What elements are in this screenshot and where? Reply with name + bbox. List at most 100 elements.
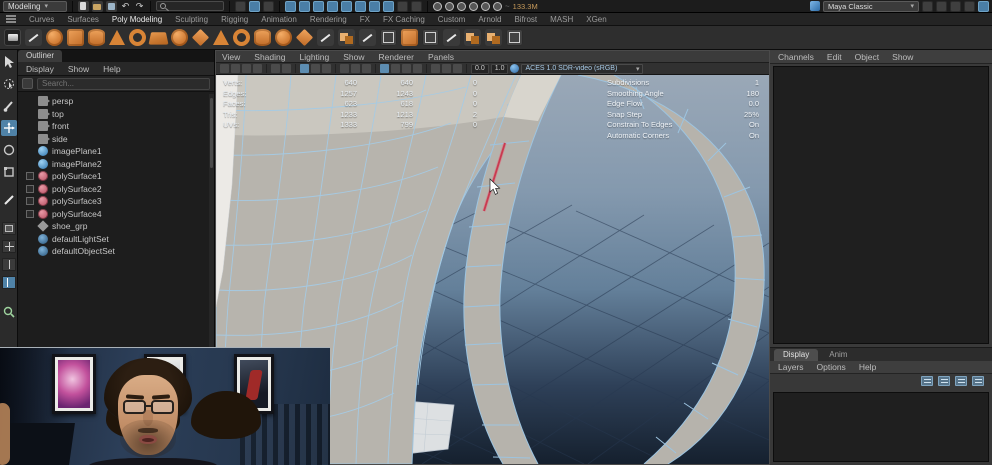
select-tool[interactable]: [1, 54, 17, 70]
soft-select-icon[interactable]: [383, 0, 394, 12]
select-hierarchy-icon[interactable]: [235, 0, 246, 12]
hypershade-icon[interactable]: [469, 1, 478, 11]
panel-menu-shading[interactable]: Shading: [254, 52, 285, 62]
construction-history-icon[interactable]: [397, 0, 408, 12]
panel-menu-show[interactable]: Show: [343, 52, 364, 62]
zoom-tool-icon[interactable]: [1, 304, 17, 320]
four-pane-layout[interactable]: [2, 240, 16, 253]
outliner-item-imageplane2[interactable]: imagePlane2: [18, 158, 214, 171]
layer-list[interactable]: [773, 392, 989, 462]
two-pane-layout[interactable]: [2, 258, 16, 271]
poly-pyramid-icon[interactable]: [213, 30, 229, 45]
channel-box-toggle-icon[interactable]: [978, 0, 989, 12]
wireframe-on-shaded-icon[interactable]: [380, 64, 389, 73]
image-plane-toolbar-icon[interactable]: [271, 64, 280, 73]
expand-toggle[interactable]: [26, 184, 34, 193]
multi-cut-icon[interactable]: [359, 29, 376, 46]
tool-settings-icon[interactable]: [964, 0, 975, 12]
shaded-icon[interactable]: [311, 64, 320, 73]
channel-box-list[interactable]: [773, 66, 989, 344]
outliner-item-persp[interactable]: persp: [18, 95, 214, 108]
shelf-tab-animation[interactable]: Animation: [261, 15, 297, 24]
film-gate-icon[interactable]: [442, 64, 451, 73]
snap-curve-icon[interactable]: [299, 0, 310, 12]
poly-platonic-icon[interactable]: [191, 28, 210, 47]
camera-attributes-icon[interactable]: [242, 64, 251, 73]
attribute-editor-icon[interactable]: [950, 0, 961, 12]
redo-icon[interactable]: ↷: [134, 1, 145, 12]
expand-toggle[interactable]: [26, 172, 34, 181]
new-layer-from-selected-icon[interactable]: [955, 376, 967, 386]
shelf-tab-rendering[interactable]: Rendering: [310, 15, 347, 24]
sculpt-brush-icon[interactable]: [317, 29, 334, 46]
snap-projected-center-icon[interactable]: [327, 0, 338, 12]
color-management-icon[interactable]: [510, 64, 520, 73]
outliner-item-imageplane1[interactable]: imagePlane1: [18, 145, 214, 158]
menu-set-dropdown[interactable]: Modeling ▾: [3, 0, 67, 12]
ipr-render-icon[interactable]: [445, 1, 454, 11]
layer-tab-anim[interactable]: Anim: [820, 349, 856, 361]
new-anim-layer-icon[interactable]: [972, 376, 984, 386]
outliner-item-defaultobjectset[interactable]: defaultObjectSet: [18, 245, 214, 258]
2d-pan-zoom-icon[interactable]: [282, 64, 291, 73]
snap-grid-icon[interactable]: [285, 0, 296, 12]
character-controls-icon[interactable]: [936, 0, 947, 12]
filter-icon[interactable]: [22, 78, 33, 89]
render-settings-icon[interactable]: [457, 1, 466, 11]
boolean-union-icon[interactable]: [338, 29, 355, 46]
shelf-tab-bifrost[interactable]: Bifrost: [514, 15, 537, 24]
modeling-toolkit-icon[interactable]: [922, 0, 933, 12]
poly-helix-icon[interactable]: [254, 29, 271, 46]
xray-icon[interactable]: [391, 64, 400, 73]
textured-icon[interactable]: [322, 64, 331, 73]
outliner-item-side[interactable]: side: [18, 133, 214, 146]
layer-tab-display[interactable]: Display: [774, 349, 819, 361]
outliner-menu-help[interactable]: Help: [103, 64, 120, 74]
shelf-tab-curves[interactable]: Curves: [29, 15, 54, 24]
outliner-item-polysurface1[interactable]: polySurface1: [18, 170, 214, 183]
outliner-item-polysurface4[interactable]: polySurface4: [18, 208, 214, 221]
poly-soccer-ball-icon[interactable]: [295, 28, 314, 47]
snap-view-plane-icon[interactable]: [341, 0, 352, 12]
outliner-item-polysurface3[interactable]: polySurface3: [18, 195, 214, 208]
bridge-icon[interactable]: [422, 29, 439, 46]
gamma-field[interactable]: 1.0: [490, 63, 509, 74]
shelf-editor-icon[interactable]: [4, 29, 21, 46]
select-component-icon[interactable]: [263, 0, 274, 12]
shelf-tab-poly-modeling[interactable]: Poly Modeling: [112, 15, 162, 24]
bevel-icon[interactable]: [401, 29, 418, 46]
rotate-tool[interactable]: [1, 142, 17, 158]
select-camera-icon[interactable]: [220, 64, 229, 73]
panel-menu-panels[interactable]: Panels: [428, 52, 454, 62]
outliner-item-top[interactable]: top: [18, 108, 214, 121]
isolate-select-icon[interactable]: [413, 64, 422, 73]
undo-icon[interactable]: ↶: [120, 1, 131, 12]
outliner-item-polysurface2[interactable]: polySurface2: [18, 183, 214, 196]
render-icon[interactable]: [433, 1, 442, 11]
layer-menu-options[interactable]: Options: [817, 362, 846, 372]
last-tool[interactable]: [1, 192, 17, 208]
outliner-search-input[interactable]: [37, 77, 210, 90]
open-scene-icon[interactable]: [92, 0, 103, 12]
paint-select-tool[interactable]: [1, 98, 17, 114]
move-tool[interactable]: [1, 120, 17, 136]
poly-torus-icon[interactable]: [129, 29, 146, 46]
workspace-dropdown[interactable]: Maya Classic ▾: [823, 0, 919, 12]
outliner-item-front[interactable]: front: [18, 120, 214, 133]
highlight-selection-icon[interactable]: [411, 0, 422, 12]
lasso-tool[interactable]: [1, 76, 17, 92]
poly-disc-icon[interactable]: [171, 29, 188, 46]
new-empty-layer-icon[interactable]: [938, 376, 950, 386]
panel-menu-lighting[interactable]: Lighting: [299, 52, 329, 62]
use-all-lights-icon[interactable]: [340, 64, 349, 73]
bookmark-icon[interactable]: [253, 64, 262, 73]
poly-cone-icon[interactable]: [109, 30, 125, 45]
shelf-tab-sculpting[interactable]: Sculpting: [175, 15, 208, 24]
poly-pipe-icon[interactable]: [233, 29, 250, 46]
outliner-item-defaultlightset[interactable]: defaultLightSet: [18, 233, 214, 246]
channel-box-menu-show[interactable]: Show: [892, 52, 913, 62]
channel-box-menu-edit[interactable]: Edit: [827, 52, 842, 62]
outliner-item-group[interactable]: shoe_grp: [18, 220, 214, 233]
resolution-gate-icon[interactable]: [453, 64, 462, 73]
shelf-tab-mash[interactable]: MASH: [550, 15, 573, 24]
